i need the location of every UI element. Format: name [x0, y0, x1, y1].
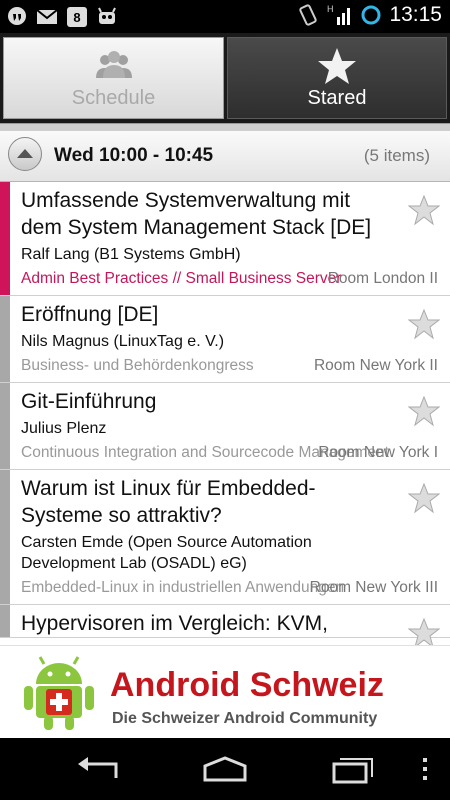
event-title: Warum ist Linux für Embedded-Systeme so …: [21, 477, 316, 527]
sync-icon: [361, 5, 381, 25]
time-slot-header[interactable]: Wed 10:00 - 10:45 (5 items): [0, 131, 450, 182]
tab-schedule-label: Schedule: [71, 87, 156, 109]
star-icon: [318, 48, 356, 84]
track-color-bar: [0, 296, 10, 382]
rotate-icon: [299, 4, 318, 26]
event-title: Eröffnung [DE]: [21, 303, 159, 326]
event-speaker: Julius Plenz: [21, 420, 107, 437]
ad-subtitle: Die Schweizer Android Community: [112, 710, 378, 727]
event-room: Room New York I: [318, 444, 438, 461]
ad-title: Android Schweiz: [110, 666, 384, 704]
event-item[interactable]: Eröffnung [DE] Nils Magnus (LinuxTag e. …: [0, 296, 450, 383]
home-icon[interactable]: [197, 752, 253, 786]
event-title: Hypervisoren im Vergleich: KVM,: [21, 612, 328, 635]
signal-h-icon: H: [327, 4, 351, 25]
clock: 13:15: [389, 3, 442, 26]
event-track: Admin Best Practices // Small Business S…: [21, 270, 342, 287]
svg-text:H: H: [327, 4, 334, 14]
event-track: Embedded-Linux in industriellen Anwendun…: [21, 579, 345, 596]
event-item[interactable]: Git-Einführung Julius Plenz Continuous I…: [0, 383, 450, 470]
event-item[interactable]: Warum ist Linux für Embedded-Systeme so …: [0, 470, 450, 605]
ad-banner[interactable]: Android Schweiz Die Schweizer Android Co…: [0, 645, 450, 739]
track-color-bar: [0, 470, 10, 604]
hangouts-icon: [6, 6, 28, 28]
navigation-bar: [0, 738, 450, 800]
track-color-bar: [0, 182, 10, 295]
items-count: (5 items): [363, 146, 430, 165]
gmail-icon: [36, 6, 58, 28]
collapse-button[interactable]: [8, 137, 42, 171]
event-room: Room London II: [327, 270, 438, 287]
track-color-bar: [0, 605, 10, 637]
event-speaker: Ralf Lang (B1 Systems GmbH): [21, 246, 241, 263]
tab-schedule[interactable]: Schedule: [3, 37, 224, 119]
star-toggle-icon[interactable]: [408, 194, 440, 226]
event-title: Umfassende Systemverwaltung mit dem Syst…: [21, 189, 372, 239]
time-slot-label: Wed 10:00 - 10:45: [54, 145, 214, 166]
star-toggle-icon[interactable]: [408, 482, 440, 514]
event-track: Business- und Behördenkongress: [21, 357, 254, 374]
event-room: Room New York II: [313, 357, 438, 374]
svg-text:8: 8: [73, 10, 80, 25]
event-speaker: Nils Magnus (LinuxTag e. V.): [21, 333, 225, 350]
star-toggle-icon[interactable]: [408, 617, 440, 645]
tab-stared[interactable]: Stared: [227, 37, 447, 119]
event-item[interactable]: Umfassende Systemverwaltung mit dem Syst…: [0, 182, 450, 296]
star-toggle-icon[interactable]: [408, 308, 440, 340]
back-icon[interactable]: [72, 752, 128, 786]
star-toggle-icon[interactable]: [408, 395, 440, 427]
event-room: Room New York III: [309, 579, 438, 596]
tab-stared-label: Stared: [307, 87, 367, 109]
recent-apps-icon[interactable]: [322, 752, 378, 786]
track-color-bar: [0, 383, 10, 469]
android-icon: [96, 6, 118, 28]
event-speaker: Carsten Emde (Open Source Automation Dev…: [21, 534, 312, 572]
event-item[interactable]: Hypervisoren im Vergleich: KVM,: [0, 605, 450, 645]
status-bar: 8 H 13:15: [0, 0, 450, 33]
event-title: Git-Einführung: [21, 390, 157, 413]
overflow-menu-icon[interactable]: [410, 752, 440, 786]
event-list[interactable]: Wed 10:00 - 10:45 (5 items) Umfassende S…: [0, 131, 450, 645]
app-icon: 8: [66, 6, 88, 28]
chevron-up-icon: [17, 149, 33, 158]
people-icon: [95, 51, 132, 78]
tab-bar: Schedule Stared: [0, 33, 450, 125]
android-swiss-logo: [24, 656, 94, 730]
